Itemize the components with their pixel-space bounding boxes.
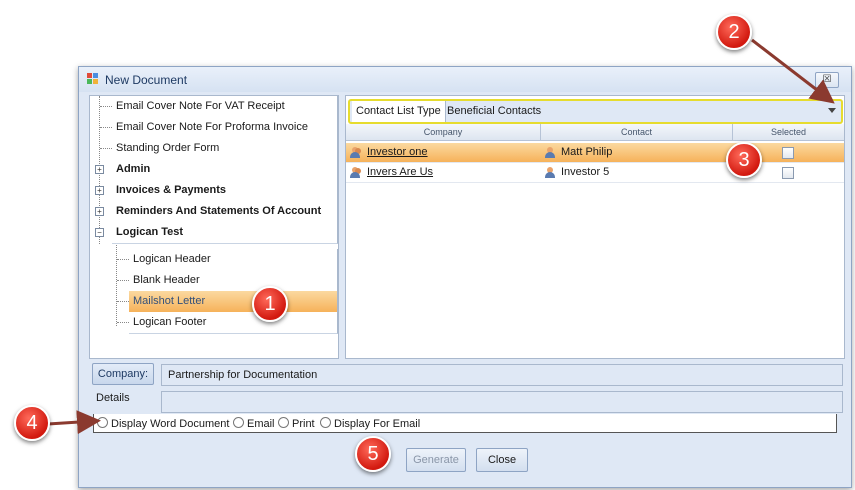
arrow-to-dropdown bbox=[751, 38, 835, 104]
callout-2: 2 bbox=[716, 14, 752, 50]
arrow-to-radio-options bbox=[47, 410, 101, 435]
callout-1: 1 bbox=[252, 286, 288, 322]
callout-4: 4 bbox=[14, 405, 50, 441]
callout-arrows bbox=[47, 38, 835, 435]
callout-5: 5 bbox=[355, 436, 391, 472]
callout-3: 3 bbox=[726, 142, 762, 178]
